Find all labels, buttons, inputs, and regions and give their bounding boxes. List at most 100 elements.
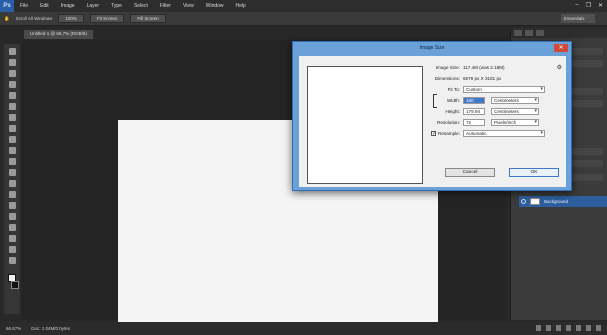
dialog-title: Image Size (419, 45, 445, 51)
resample-checkbox[interactable]: ✓ (431, 131, 436, 137)
gradient-tool-icon[interactable] (8, 169, 16, 176)
path-select-tool-icon[interactable] (8, 224, 16, 231)
background-color-swatch[interactable] (10, 281, 19, 289)
marquee-tool-icon[interactable] (8, 59, 16, 66)
panel-tab-icon[interactable] (525, 30, 533, 36)
type-tool-icon[interactable] (8, 213, 16, 220)
history-brush-tool-icon[interactable] (8, 147, 16, 154)
cancel-button[interactable]: Cancel (445, 168, 495, 177)
healing-tool-icon[interactable] (8, 114, 16, 121)
status-bar: 66.67% Doc: 1.04M/0 bytes (0, 322, 607, 335)
adjustment-layer-icon[interactable] (566, 325, 571, 331)
dimensions-value[interactable]: 6679 px X 3181 px (463, 76, 564, 81)
options-bar: ✋ Scroll All Windows 100% Fit Screen Fil… (0, 12, 607, 26)
menu-view[interactable]: View (177, 3, 200, 9)
trash-icon[interactable] (596, 325, 601, 331)
new-layer-icon[interactable] (586, 325, 591, 331)
gear-icon[interactable]: ⚙ (557, 64, 562, 71)
doc-size-readout: Doc: 1.04M/0 bytes (31, 326, 71, 331)
image-preview[interactable] (307, 66, 423, 184)
resample-label-wrap: ✓ Resample: (429, 131, 463, 137)
resample-row: ✓ Resample: Automatic (429, 128, 564, 139)
blur-tool-icon[interactable] (8, 180, 16, 187)
app-logo: Ps (0, 0, 14, 12)
resolution-unit-select[interactable]: Pixels/Inch (491, 119, 539, 126)
restore-icon[interactable]: ❐ (586, 2, 591, 9)
ok-button[interactable]: OK (509, 168, 559, 177)
document-tab[interactable]: Untitled-1 @ 66.7% (RGB/8) (24, 30, 93, 39)
hand-tool-icon: ✋ (4, 15, 10, 21)
scroll-all-windows-checkbox[interactable]: Scroll All Windows (16, 16, 53, 21)
move-tool-icon[interactable] (8, 48, 16, 55)
lasso-tool-icon[interactable] (8, 70, 16, 77)
menu-edit[interactable]: Edit (34, 3, 55, 9)
window-controls: – ❐ ✕ (575, 2, 603, 9)
panel-tab-icon[interactable] (514, 30, 522, 36)
image-size-dialog: Image Size ✕ Image Size: 117.4M (was 2.1… (292, 41, 572, 191)
clone-stamp-tool-icon[interactable] (8, 136, 16, 143)
menu-window[interactable]: Window (200, 3, 230, 9)
menu-filter[interactable]: Filter (154, 3, 177, 9)
dimensions-row: Dimensions: 6679 px X 3181 px (429, 73, 564, 84)
zoom-readout[interactable]: 66.67% (6, 326, 21, 331)
menu-layer[interactable]: Layer (81, 3, 106, 9)
pen-tool-icon[interactable] (8, 202, 16, 209)
menu-image[interactable]: Image (55, 3, 81, 9)
fit-to-label: Fit To: (447, 87, 460, 92)
eye-icon[interactable] (521, 199, 526, 204)
layers-footer-icons (536, 325, 601, 331)
hand-tool-icon[interactable] (8, 246, 16, 253)
layer-row-background[interactable]: Background (519, 196, 607, 207)
fit-screen-button[interactable]: Fit Screen (89, 14, 125, 23)
menu-bar: Ps File Edit Image Layer Type Select Fil… (0, 0, 607, 12)
menu-type[interactable]: Type (105, 3, 128, 9)
image-size-row: Image Size: 117.4M (was 2.18M) ⚙ (429, 62, 564, 73)
shape-tool-icon[interactable] (8, 235, 16, 242)
group-icon[interactable] (576, 325, 581, 331)
width-input[interactable]: 100 (463, 97, 485, 104)
menu-select[interactable]: Select (128, 3, 154, 9)
dodge-tool-icon[interactable] (8, 191, 16, 198)
resolution-row: Resolution: 72 Pixels/Inch (429, 117, 564, 128)
width-label: Width: (446, 98, 460, 103)
layer-thumbnail (530, 198, 540, 205)
link-layers-icon[interactable] (536, 325, 541, 331)
height-label: Height: (445, 109, 460, 114)
workspace-select[interactable]: Essentials (561, 14, 595, 23)
resolution-input[interactable]: 72 (463, 119, 485, 126)
zoom-100-button[interactable]: 100% (58, 14, 84, 23)
dialog-body: Image Size: 117.4M (was 2.18M) ⚙ Dimensi… (299, 56, 566, 187)
eraser-tool-icon[interactable] (8, 158, 16, 165)
dimensions-label: Dimensions: (434, 76, 460, 81)
dialog-fields: Image Size: 117.4M (was 2.18M) ⚙ Dimensi… (429, 62, 564, 139)
crop-tool-icon[interactable] (8, 92, 16, 99)
fx-icon[interactable] (546, 325, 551, 331)
fit-to-select[interactable]: Custom (463, 86, 545, 93)
resample-label: Resample: (438, 131, 460, 136)
fill-screen-button[interactable]: Fill Screen (130, 14, 166, 23)
resample-select[interactable]: Automatic (463, 130, 545, 137)
resolution-label: Resolution: (437, 120, 460, 125)
fit-to-row: Fit To: Custom (429, 84, 564, 95)
height-input[interactable]: 179.94 (463, 108, 485, 115)
layer-name: Background (544, 199, 569, 204)
quick-select-tool-icon[interactable] (8, 81, 16, 88)
tools-panel (4, 44, 20, 314)
height-unit-select[interactable]: Centimeters (491, 108, 539, 115)
close-icon[interactable]: ✕ (598, 2, 603, 9)
mask-icon[interactable] (556, 325, 561, 331)
photoshop-window: Ps File Edit Image Layer Type Select Fil… (0, 0, 607, 335)
height-row: Height: 179.94 Centimeters (429, 106, 564, 117)
panel-tabs (511, 28, 607, 38)
menu-file[interactable]: File (14, 3, 34, 9)
width-row: Width: 100 Centimeters (429, 95, 564, 106)
menu-help[interactable]: Help (230, 3, 252, 9)
panel-tab-icon[interactable] (536, 30, 544, 36)
zoom-tool-icon[interactable] (8, 257, 16, 264)
eyedropper-tool-icon[interactable] (8, 103, 16, 110)
width-unit-select[interactable]: Centimeters (491, 97, 539, 104)
close-icon[interactable]: ✕ (554, 44, 568, 52)
minimize-icon[interactable]: – (575, 2, 578, 9)
image-size-label: Image Size: (435, 65, 460, 70)
brush-tool-icon[interactable] (8, 125, 16, 132)
